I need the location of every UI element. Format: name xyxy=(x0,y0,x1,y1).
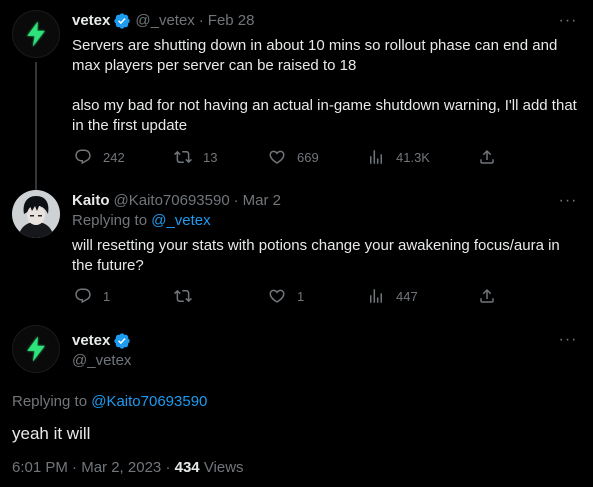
tweet-actions: 242 13 669 41.3K xyxy=(72,147,577,167)
views-icon xyxy=(370,289,382,303)
author-name[interactable]: Kaito xyxy=(72,191,110,211)
separator-dot: · xyxy=(165,459,175,476)
tweet-date[interactable]: Mar 2 xyxy=(243,191,281,211)
separator-dot: · xyxy=(198,12,204,29)
author-name[interactable]: vetex xyxy=(72,11,110,31)
main-tweet-text: yeah it will xyxy=(12,424,91,443)
kaito-avatar[interactable] xyxy=(12,190,60,238)
retweet-count: 13 xyxy=(203,149,218,165)
vetex-avatar[interactable] xyxy=(12,10,60,58)
reply-button[interactable]: 1 xyxy=(74,287,110,305)
like-icon xyxy=(269,150,285,164)
views-label: Views xyxy=(203,459,244,476)
tweet-text: will resetting your stats with potions c… xyxy=(72,237,564,274)
replying-to-label: Replying to xyxy=(12,393,88,410)
replying-to-link[interactable]: @Kaito70693590 xyxy=(91,393,207,410)
reply-button[interactable]: 242 xyxy=(74,148,125,166)
replying-to: Replying to @Kaito70693590 xyxy=(12,392,207,412)
views-button[interactable]: 41.3K xyxy=(367,148,430,166)
like-button[interactable]: 1 xyxy=(268,287,304,305)
share-button[interactable] xyxy=(478,287,496,305)
separator-dot: · xyxy=(72,459,82,476)
views-button[interactable]: 447 xyxy=(367,287,418,305)
like-button[interactable]: 669 xyxy=(268,148,319,166)
reply-icon xyxy=(75,149,91,165)
reply-icon xyxy=(75,288,91,304)
author-name[interactable]: vetex xyxy=(72,331,110,351)
more-icon[interactable]: ··· xyxy=(559,12,577,30)
tweet-meta: 6:01 PM · Mar 2, 2023 · 434 Views xyxy=(12,458,244,478)
tweet-time[interactable]: 6:01 PM xyxy=(12,459,68,476)
views-icon xyxy=(370,150,382,164)
replying-to-link[interactable]: @_vetex xyxy=(151,212,210,229)
retweet-button[interactable] xyxy=(174,287,203,305)
like-count: 1 xyxy=(297,288,305,304)
tweet-full-date[interactable]: Mar 2, 2023 xyxy=(81,459,161,476)
retweet-icon xyxy=(174,289,192,303)
share-icon xyxy=(480,288,494,303)
lightning-bolt-logo xyxy=(27,21,45,47)
views-count: 434 xyxy=(174,459,200,476)
author-handle[interactable]: @_vetex xyxy=(72,351,131,371)
tweet-text: Servers are shutting down in about 10 mi… xyxy=(72,37,577,134)
views-count: 447 xyxy=(396,288,418,304)
tweet-date[interactable]: Feb 28 xyxy=(208,11,255,31)
more-icon[interactable]: ··· xyxy=(559,331,577,349)
like-count: 669 xyxy=(297,149,319,165)
share-icon xyxy=(480,149,494,164)
retweet-button[interactable]: 13 xyxy=(174,148,217,166)
share-button[interactable] xyxy=(478,148,496,166)
tweet-1[interactable]: vetex @_vetex · Feb 28 ··· Servers are s… xyxy=(0,0,593,190)
replying-to: Replying to @_vetex xyxy=(72,211,211,231)
author-handle[interactable]: @Kaito70693590 xyxy=(114,191,230,211)
more-icon[interactable]: ··· xyxy=(559,192,577,210)
retweet-icon xyxy=(174,150,192,164)
views-count: 41.3K xyxy=(396,149,430,165)
tweet-2[interactable]: Kaito @Kaito70693590 · Mar 2 ··· Replyin… xyxy=(0,180,593,312)
verified-badge-icon xyxy=(113,332,131,350)
author-handle[interactable]: @_vetex xyxy=(135,11,194,31)
vetex-avatar[interactable] xyxy=(12,325,60,373)
lightning-bolt-logo xyxy=(27,336,45,362)
tweet-actions: 1 1 447 xyxy=(72,286,577,306)
reply-count: 242 xyxy=(103,149,125,165)
separator-dot: · xyxy=(233,192,239,209)
reply-count: 1 xyxy=(103,288,111,304)
like-icon xyxy=(269,289,285,303)
verified-badge-icon xyxy=(113,12,131,30)
thread-line xyxy=(35,62,37,190)
anime-character-avatar-image xyxy=(12,190,60,238)
replying-to-label: Replying to xyxy=(72,212,148,229)
